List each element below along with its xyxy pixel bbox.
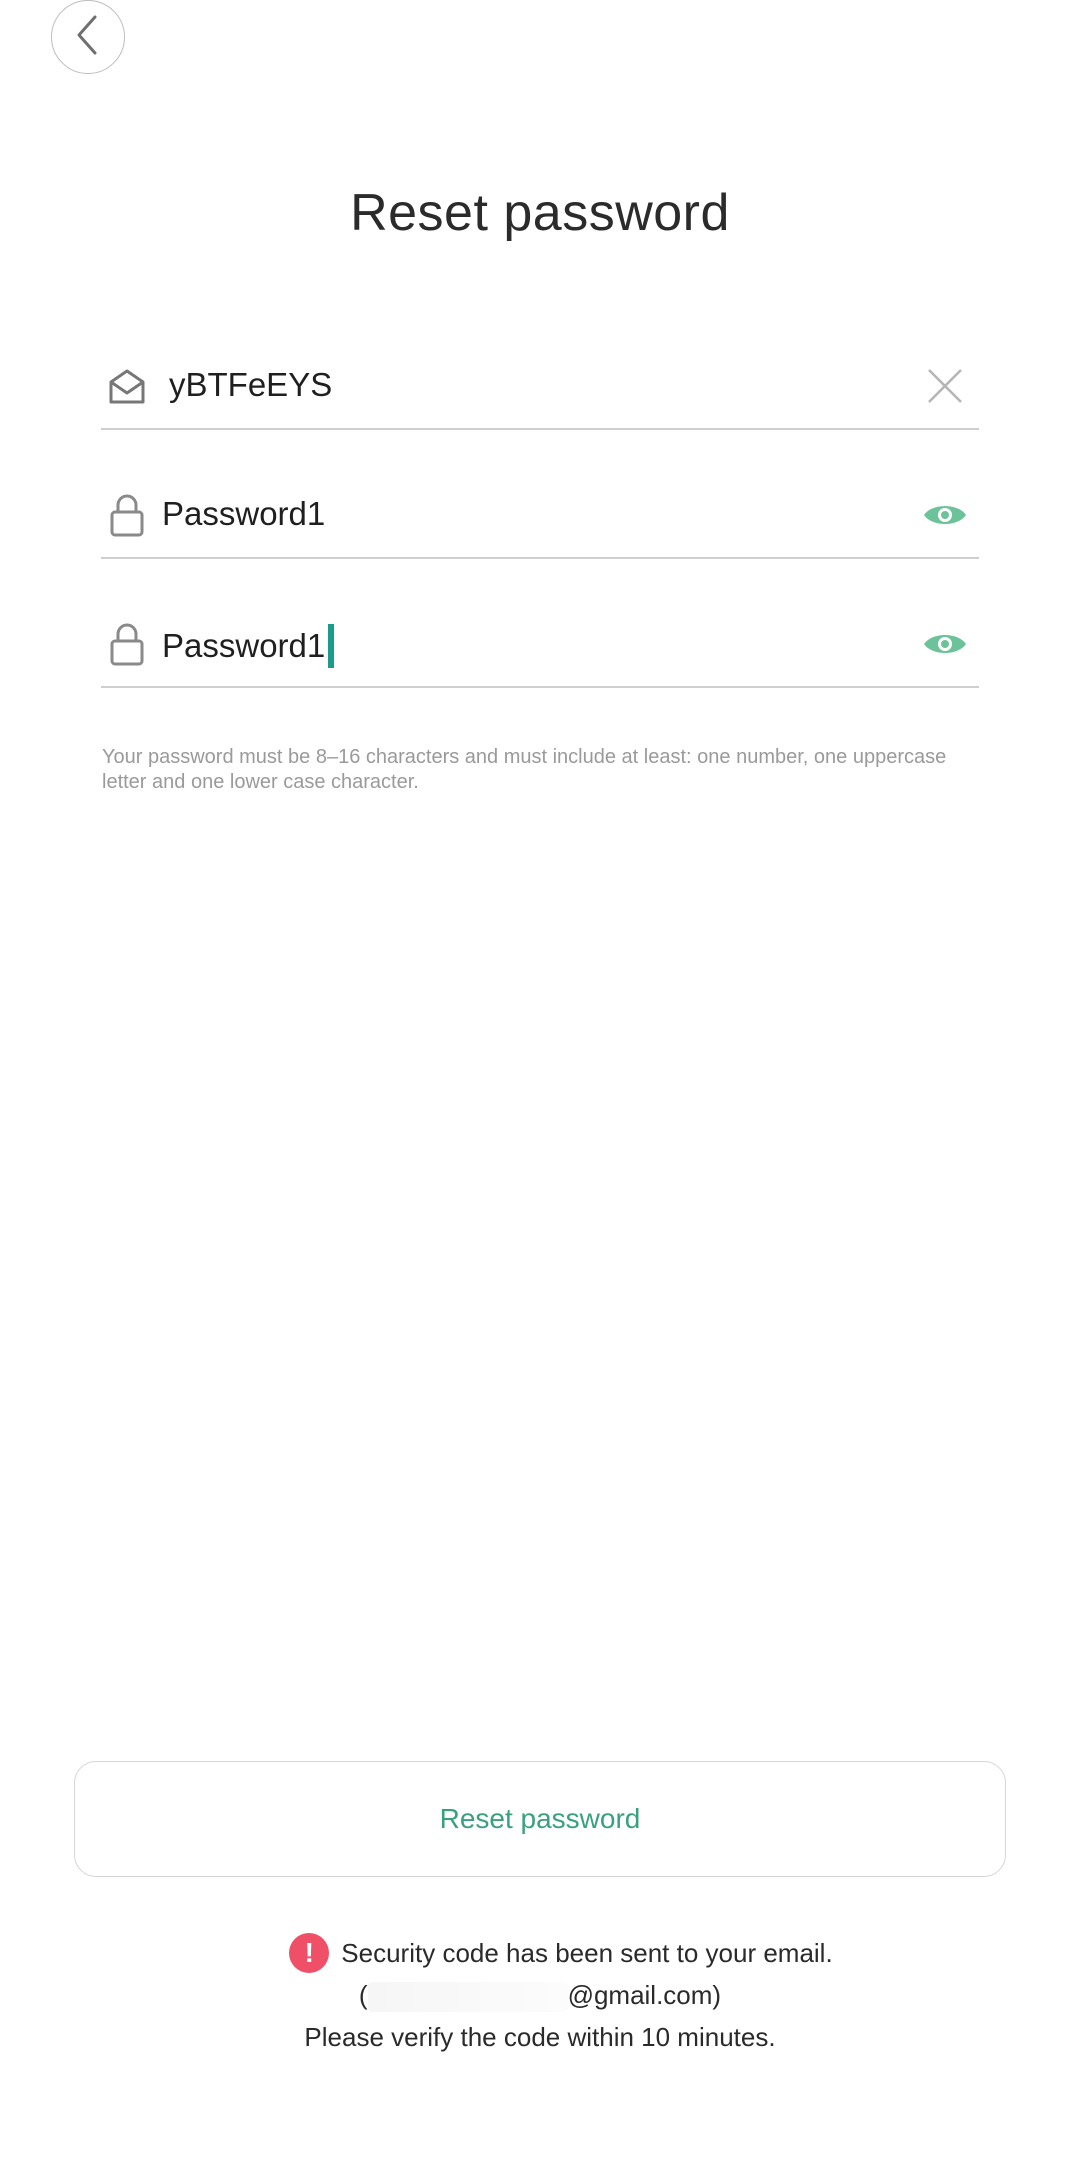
notice-line-1: ! Security code has been sent to your em… — [42, 1932, 1080, 1974]
masked-email-user — [367, 1982, 568, 2013]
notice-line-2: ( @gmail.com) — [0, 1974, 1080, 2016]
close-icon[interactable] — [919, 362, 971, 410]
security-code-value: yBTFeEYS — [169, 366, 333, 403]
confirm-password-field[interactable]: Password1 — [101, 612, 979, 688]
reset-password-button[interactable]: Reset password — [74, 1761, 1006, 1877]
confirm-password-value: Password1 — [162, 624, 335, 668]
security-code-notice: ! Security code has been sent to your em… — [0, 1932, 1080, 2058]
password-requirements-hint: Your password must be 8–16 characters an… — [102, 746, 947, 793]
lock-icon — [107, 491, 147, 539]
chevron-left-icon — [73, 13, 103, 62]
notice-line-3: Please verify the code within 10 minutes… — [304, 2022, 776, 2052]
alert-icon: ! — [289, 1933, 330, 1973]
text-caret — [328, 624, 335, 668]
new-password-value: Password1 — [162, 495, 326, 532]
back-button[interactable] — [51, 0, 125, 74]
new-password-field[interactable]: Password1 — [101, 483, 979, 559]
lock-icon — [107, 620, 147, 668]
notice-sent-text: Security code has been sent to your emai… — [341, 1938, 833, 1968]
email-open-paren: ( — [358, 1980, 368, 2010]
confirm-password-text: Password1 — [162, 627, 326, 664]
email-domain: @gmail.com) — [567, 1980, 722, 2010]
eye-icon[interactable] — [919, 620, 971, 668]
page-title: Reset password — [350, 184, 730, 242]
security-code-field[interactable]: yBTFeEYS — [101, 354, 979, 430]
eye-icon[interactable] — [919, 491, 971, 539]
envelope-open-icon — [107, 362, 147, 410]
